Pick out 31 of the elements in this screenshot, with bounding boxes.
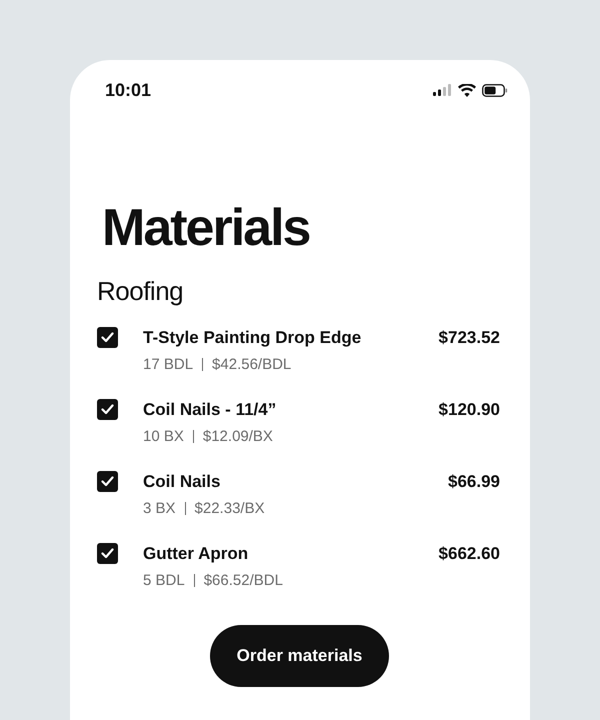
check-icon [101, 404, 114, 415]
item-total: $662.60 [438, 544, 500, 564]
checkbox[interactable] [97, 543, 118, 564]
unit-price: $66.52/BDL [204, 572, 283, 589]
item-quantity: 10 BX [143, 428, 184, 445]
item-name: Gutter Apron [143, 544, 250, 564]
checkbox[interactable] [97, 327, 118, 348]
item-quantity: 3 BX [143, 500, 176, 517]
status-time: 10:01 [105, 80, 152, 100]
unit-price: $22.33/BX [194, 500, 265, 517]
signal-icon [433, 84, 452, 96]
order-button[interactable]: Order materials [210, 625, 389, 687]
checkbox[interactable] [97, 471, 118, 492]
item-quantity: 17 BDL [143, 356, 194, 373]
check-icon [101, 476, 114, 487]
battery-icon [482, 84, 508, 96]
check-icon [101, 332, 114, 343]
item-total: $120.90 [438, 400, 500, 420]
item-total: $66.99 [448, 472, 500, 492]
checkbox[interactable] [97, 399, 118, 420]
page-title: Materials [102, 198, 310, 258]
check-icon [101, 548, 114, 559]
wifi-icon [458, 84, 476, 96]
item-name: T-Style Painting Drop Edge [143, 328, 362, 348]
item-total: $723.52 [438, 328, 500, 348]
unit-price: $42.56/BDL [212, 356, 292, 373]
item-quantity: 5 BDL [143, 572, 185, 589]
unit-price: $12.09/BX [202, 428, 273, 445]
item-name: Coil Nails - 11/4” [143, 400, 278, 420]
item-name: Coil Nails [143, 472, 222, 492]
section-title: Roofing [97, 276, 184, 307]
